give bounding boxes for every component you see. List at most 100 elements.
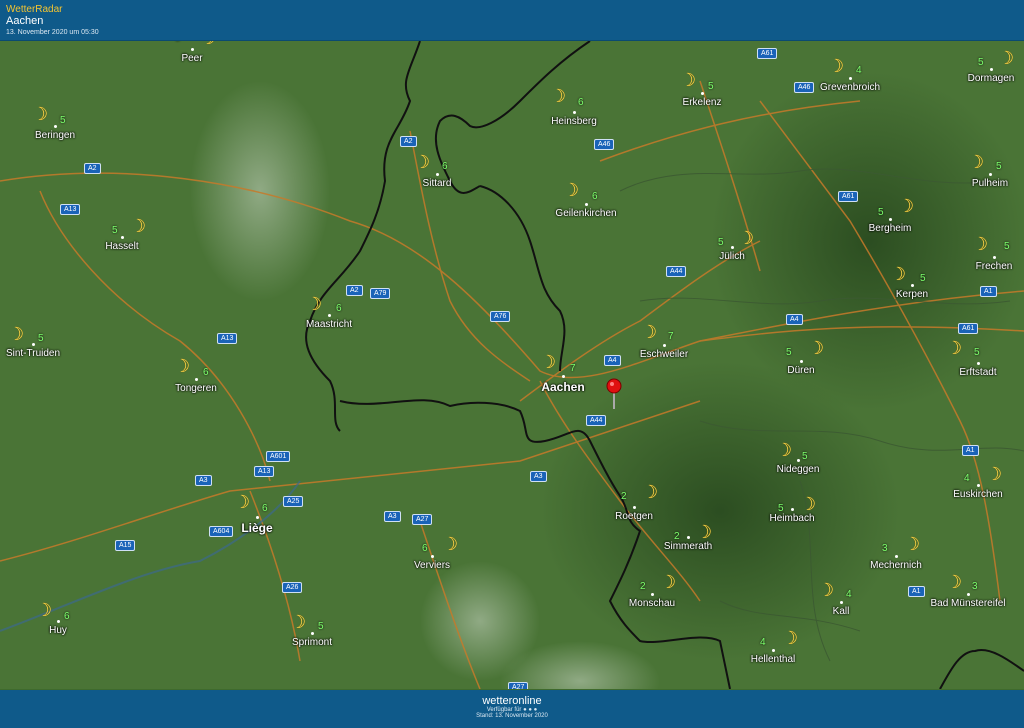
temperature-value: 6	[336, 303, 342, 314]
city-label[interactable]: Heimbach	[769, 513, 814, 524]
city-label[interactable]: Dormagen	[968, 73, 1015, 84]
city-label[interactable]: Sittard	[423, 178, 452, 189]
temperature-value: 6	[64, 611, 70, 622]
city-dot	[977, 362, 980, 365]
temperature-value: 7	[570, 363, 576, 374]
city-label[interactable]: Peer	[181, 53, 202, 64]
temperature-value: 4	[846, 589, 852, 600]
city-label[interactable]: Beringen	[35, 130, 75, 141]
city-label[interactable]: Kall	[833, 606, 850, 617]
crescent-moon-icon: ☾	[442, 534, 459, 554]
city-dot	[977, 484, 980, 487]
temperature-value: 2	[640, 581, 646, 592]
road-shield: A61	[757, 48, 778, 59]
city-label[interactable]: Grevenbroich	[820, 82, 880, 93]
city-label[interactable]: Eschweiler	[640, 349, 688, 360]
temperature-value: 5	[175, 41, 181, 44]
temperature-value: 5	[718, 237, 724, 248]
footer: wetteronline Verfügbar für ● ● ● Stand: …	[0, 690, 1024, 728]
city-label[interactable]: Frechen	[976, 261, 1013, 272]
app-title: WetterRadar	[6, 4, 63, 15]
crescent-moon-icon: ☾	[234, 492, 251, 512]
city-dot	[585, 203, 588, 206]
city-dot	[663, 344, 666, 347]
road-shield: A44	[666, 266, 687, 277]
city-label[interactable]: Bergheim	[869, 223, 912, 234]
city-dot	[121, 236, 124, 239]
temperature-value: 4	[856, 65, 862, 76]
city-dot	[731, 246, 734, 249]
temperature-value: 2	[674, 531, 680, 542]
city-dot	[849, 77, 852, 80]
city-dot	[772, 649, 775, 652]
city-label[interactable]: Kerpen	[896, 289, 928, 300]
crescent-moon-icon: ☾	[738, 228, 755, 248]
road-shield: A3	[384, 511, 401, 522]
city-label[interactable]: Geilenkirchen	[555, 208, 616, 219]
city-label[interactable]: Roetgen	[615, 511, 653, 522]
crescent-moon-icon: ☾	[968, 152, 985, 172]
crescent-moon-icon: ☾	[776, 440, 793, 460]
city-dot	[990, 68, 993, 71]
crescent-moon-icon: ☾	[563, 180, 580, 200]
app-header: WetterRadar Aachen 13. November 2020 um …	[0, 0, 1024, 41]
radar-map[interactable]: Peer 5 ☾ Beringen 5 ☾ Hasselt 5 ☾ Sint-Truiden 5 ☾ T…	[0, 41, 1024, 689]
crescent-moon-icon: ☾	[36, 600, 53, 620]
city-dot	[311, 632, 314, 635]
city-label[interactable]: Monschau	[629, 598, 675, 609]
city-dot	[651, 593, 654, 596]
crescent-moon-icon: ☾	[642, 482, 659, 502]
city-label[interactable]: Maastricht	[306, 319, 352, 330]
road-shield: A13	[60, 204, 81, 215]
city-label[interactable]: Sprimont	[292, 637, 332, 648]
city-label[interactable]: Erftstadt	[959, 367, 996, 378]
crescent-moon-icon: ☾	[782, 628, 799, 648]
city-label[interactable]: Düren	[787, 365, 814, 376]
city-label[interactable]: Euskirchen	[953, 489, 1002, 500]
city-label[interactable]: Erkelenz	[683, 97, 722, 108]
city-label[interactable]: Hellenthal	[751, 654, 795, 665]
city-dot	[895, 555, 898, 558]
crescent-moon-icon: ☾	[818, 580, 835, 600]
city-label[interactable]: Hasselt	[105, 241, 138, 252]
crescent-moon-icon: ☾	[898, 196, 915, 216]
road-shield: A601	[266, 451, 291, 462]
road-shield: A15	[115, 540, 136, 551]
city-label[interactable]: Liège	[241, 521, 272, 535]
location-pin-icon[interactable]	[604, 377, 624, 413]
road-shield: A44	[586, 415, 607, 426]
city-label[interactable]: Sint-Truiden	[6, 348, 60, 359]
crescent-moon-icon: ☾	[998, 48, 1015, 68]
city-label[interactable]: Mechernich	[870, 560, 922, 571]
city-dot	[967, 593, 970, 596]
road-shield: A27	[412, 514, 433, 525]
city-label[interactable]: Heinsberg	[551, 116, 597, 127]
city-dot	[436, 173, 439, 176]
city-dot	[431, 555, 434, 558]
location-title: Aachen	[6, 15, 44, 27]
temperature-value: 5	[112, 225, 118, 236]
crescent-moon-icon: ☾	[130, 216, 147, 236]
city-label[interactable]: Nideggen	[777, 464, 820, 475]
crescent-moon-icon: ☾	[946, 338, 963, 358]
crescent-moon-icon: ☾	[174, 356, 191, 376]
city-dot	[562, 375, 565, 378]
city-dot	[57, 620, 60, 623]
crescent-moon-icon: ☾	[306, 294, 323, 314]
city-label[interactable]: Tongeren	[175, 383, 217, 394]
city-label[interactable]: Pulheim	[972, 178, 1008, 189]
city-label[interactable]: Jülich	[719, 251, 745, 262]
city-label[interactable]: Bad Münstereifel	[930, 598, 1005, 609]
road-shield: A76	[490, 311, 511, 322]
temperature-value: 5	[802, 451, 808, 462]
road-shield: A1	[962, 445, 979, 456]
crescent-moon-icon: ☾	[696, 522, 713, 542]
crescent-moon-icon: ☾	[660, 572, 677, 592]
city-label[interactable]: Huy	[49, 625, 67, 636]
road-shield: A4	[786, 314, 803, 325]
city-label[interactable]: Verviers	[414, 560, 450, 571]
city-label[interactable]: Simmerath	[664, 541, 712, 552]
city-dot	[256, 516, 259, 519]
city-label[interactable]: Aachen	[541, 380, 584, 394]
temperature-value: 5	[920, 273, 926, 284]
